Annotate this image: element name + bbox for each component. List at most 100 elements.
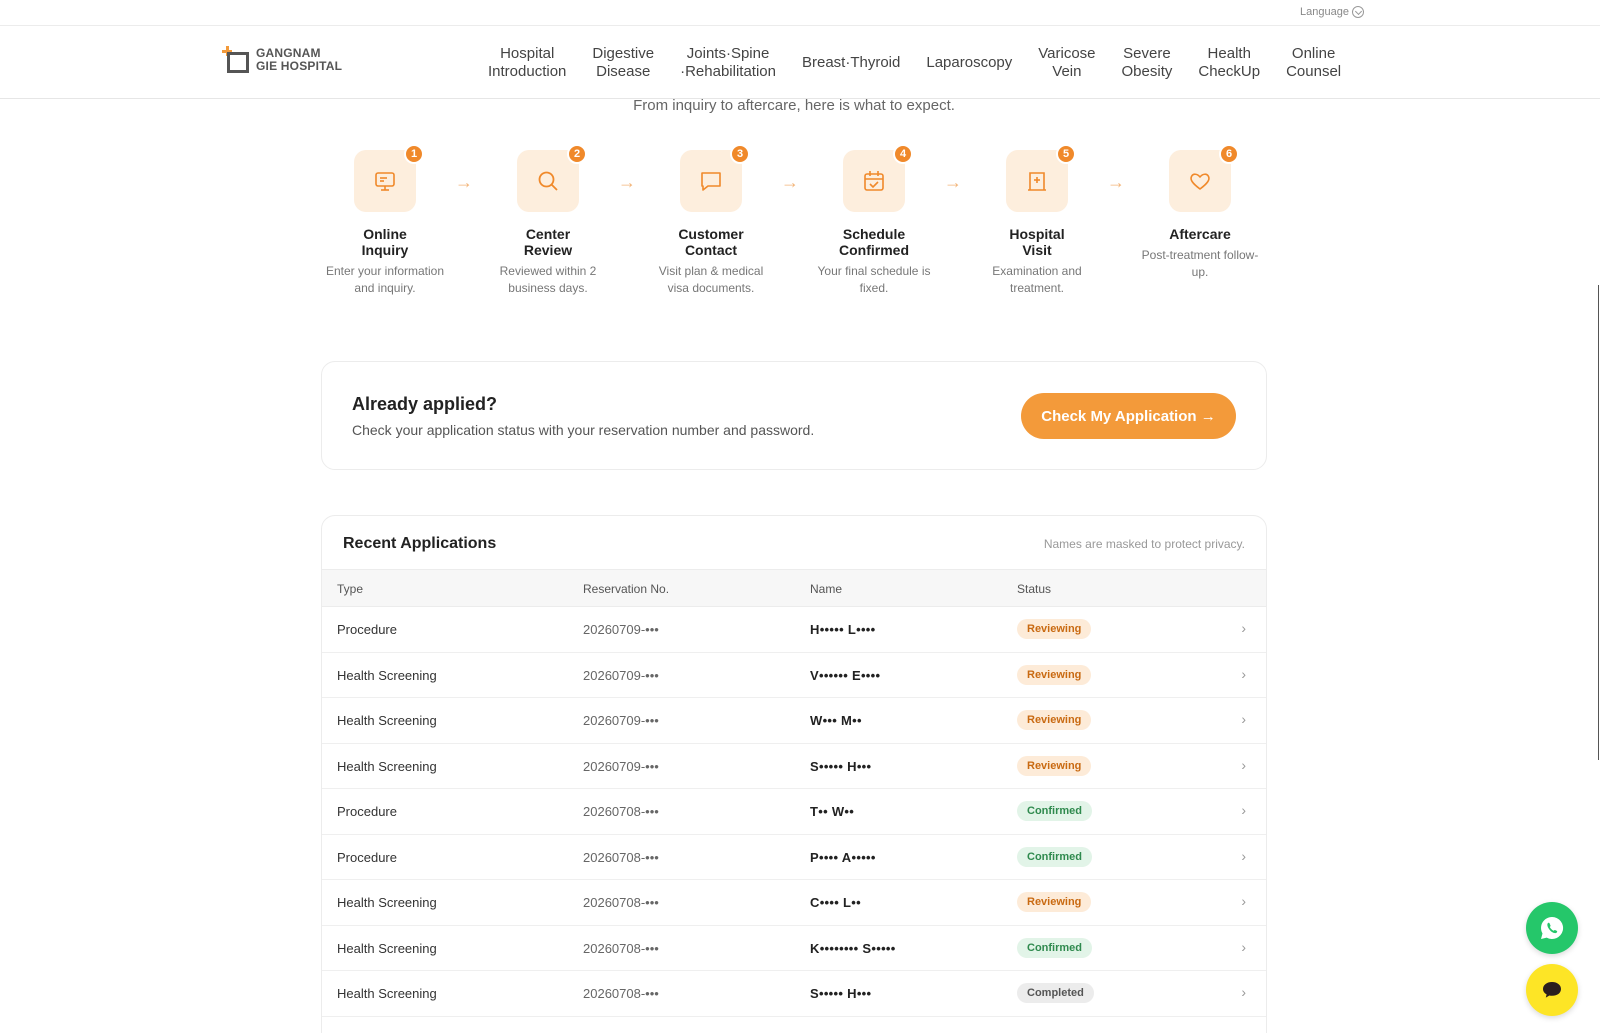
nav-item-4[interactable]: Breast·Thyroid [789,54,913,72]
language-selector[interactable]: Language [1300,6,1364,18]
nav-item-2[interactable]: Digestive Disease [579,45,667,81]
cell-name: S••••• H••• [810,758,872,774]
step-number-badge: 1 [404,144,424,164]
arrow-right-icon: → [1107,172,1125,192]
check-application-button[interactable]: Check My Application → [1021,393,1236,439]
cell-reservation: 20260709-••• [583,667,659,683]
table-row[interactable]: Health Screening 20260708-••• C•••• L•• Rev… [322,880,1266,926]
cell-reservation: 20260708-••• [583,804,659,819]
step-icon-box: 1 [354,144,424,212]
message-icon [701,172,721,191]
header-status: Status [1017,582,1052,596]
table-row[interactable]: Health Screening 20260709-••• V•••••• E•••… [322,653,1266,698]
calendar-check-icon [864,171,884,191]
process-step-5: 5 Hospital Visit Examination and treatment… [975,144,1099,297]
cell-type: Health Screening [337,986,437,1001]
cell-type: Procedure [337,804,397,819]
privacy-note: Names are masked to protect privacy. [1043,537,1245,551]
cell-name: T•• W•• [810,804,855,819]
nav-item-5[interactable]: Laparoscopy [913,54,1025,72]
table-row[interactable]: Health Screening 20260708-••• S••••• H••• C… [322,971,1266,1017]
process-step-3: 3 Customer Contact Visit plan & medical vi… [649,144,773,297]
table-row[interactable]: Health Screening 20260708-••• K•••••••• S•… [322,926,1266,971]
applications-list: Procedure 20260709-••• H••••• L•••• Reviewi… [322,607,1266,1017]
table-row[interactable]: Procedure 20260708-••• T•• W•• Confirmed › [322,789,1266,835]
arrow-right-icon: → [618,172,636,192]
status-badge: Reviewing [1017,755,1092,776]
step-title: Customer Contact [678,226,744,258]
cell-reservation: 20260709-••• [583,713,659,728]
hospital-logo[interactable]: GANGNAM GIE HOSPITAL [222,46,342,74]
cell-type: Health Screening [337,895,437,910]
cell-name: H••••• L•••• [810,622,876,637]
step-title: Schedule Confirmed [839,226,909,258]
process-step-1: 1 Online Inquiry Enter your information an… [323,144,447,297]
main-nav: Hospital Introduction Digestive Disease Jo… [475,26,1354,99]
status-badge: Reviewing [1017,664,1092,685]
cell-reservation: 20260708-••• [583,940,659,956]
cell-reservation: 20260708-••• [583,986,659,1001]
table-row[interactable]: Health Screening 20260709-••• S••••• H••• R… [322,744,1266,789]
step-number-badge: 5 [1056,144,1076,164]
arrow-right-icon: → [781,172,799,192]
cell-name: P•••• A••••• [810,849,876,865]
applied-description: Check your application status with your … [352,422,815,438]
table-row[interactable]: Procedure 20260709-••• H••••• L•••• Reviewi… [322,607,1266,653]
header-name: Name [810,582,843,596]
cell-type: Procedure [337,849,397,865]
cell-type: Procedure [337,622,397,637]
scrollbar[interactable] [1598,285,1599,760]
cell-type: Health Screening [337,940,437,956]
step-number-badge: 6 [1219,144,1239,164]
cell-name: K•••••••• S••••• [810,940,896,956]
table-row[interactable]: Health Screening 20260709-••• W••• M•• Revi… [322,698,1266,744]
step-description: Enter your information and inquiry. [325,264,445,295]
cell-reservation: 20260708-••• [583,895,659,910]
nav-item-8[interactable]: Health CheckUp [1185,45,1273,81]
applied-title: Already applied? [352,394,498,414]
status-badge: Reviewing [1017,710,1092,730]
cell-name: V•••••• E•••• [810,667,881,683]
cell-reservation: 20260709-••• [583,622,659,637]
utility-bar: Language [0,0,1600,26]
status-badge: Confirmed [1017,801,1092,821]
language-label: Language [1300,6,1349,18]
step-number-badge: 2 [567,144,587,164]
recent-applications-title: Recent Applications [343,535,497,552]
table-row[interactable]: Procedure 20260708-••• P•••• A••••• Confirm… [322,835,1266,880]
cell-name: W••• M•• [810,713,862,728]
step-icon-box: 5 [1006,144,1076,212]
nav-item-6[interactable]: Varicose Vein [1025,45,1108,81]
hospital-icon [1028,172,1046,191]
step-description: Examination and treatment. [992,264,1082,295]
whatsapp-button[interactable] [1526,902,1578,954]
cell-name: S••••• H••• [810,986,872,1001]
step-number-badge: 4 [893,144,913,164]
nav-item-1[interactable]: Hospital Introduction [475,45,579,81]
chevron-right-icon: › [1241,756,1246,773]
chevron-right-icon: › [1241,984,1246,1000]
step-description: Reviewed within 2 business days. [499,264,597,295]
status-badge: Confirmed [1017,937,1092,958]
status-badge: Reviewing [1017,892,1092,912]
process-step-4: 4 Schedule Confirmed Your final schedule i… [812,144,936,297]
step-icon-box: 3 [680,144,750,212]
monitor-icon [375,172,395,191]
recent-applications-card: Recent Applications Names are masked to … [321,515,1267,1033]
step-title: Online Inquiry [361,226,409,258]
logo-text: GANGNAM GIE HOSPITAL [256,46,343,73]
nav-item-9[interactable]: Online Counsel [1273,45,1354,81]
site-header: GANGNAM GIE HOSPITAL Hospital Introducti… [0,26,1600,99]
cell-name: C•••• L•• [810,895,861,910]
header-reservation: Reservation No. [583,582,670,596]
step-icon-box: 6 [1169,144,1239,212]
step-title: Center Review [523,226,573,258]
chat-button[interactable] [1526,964,1578,1016]
nav-item-3[interactable]: Joints·Spine ·Rehabilitation [667,45,789,81]
search-icon [538,171,558,191]
chevron-right-icon: › [1241,893,1246,909]
nav-item-7[interactable]: Severe Obesity [1109,45,1186,81]
cell-type: Health Screening [337,713,437,728]
chevron-right-icon: › [1241,711,1246,727]
step-description: Your final schedule is fixed. [817,264,931,295]
